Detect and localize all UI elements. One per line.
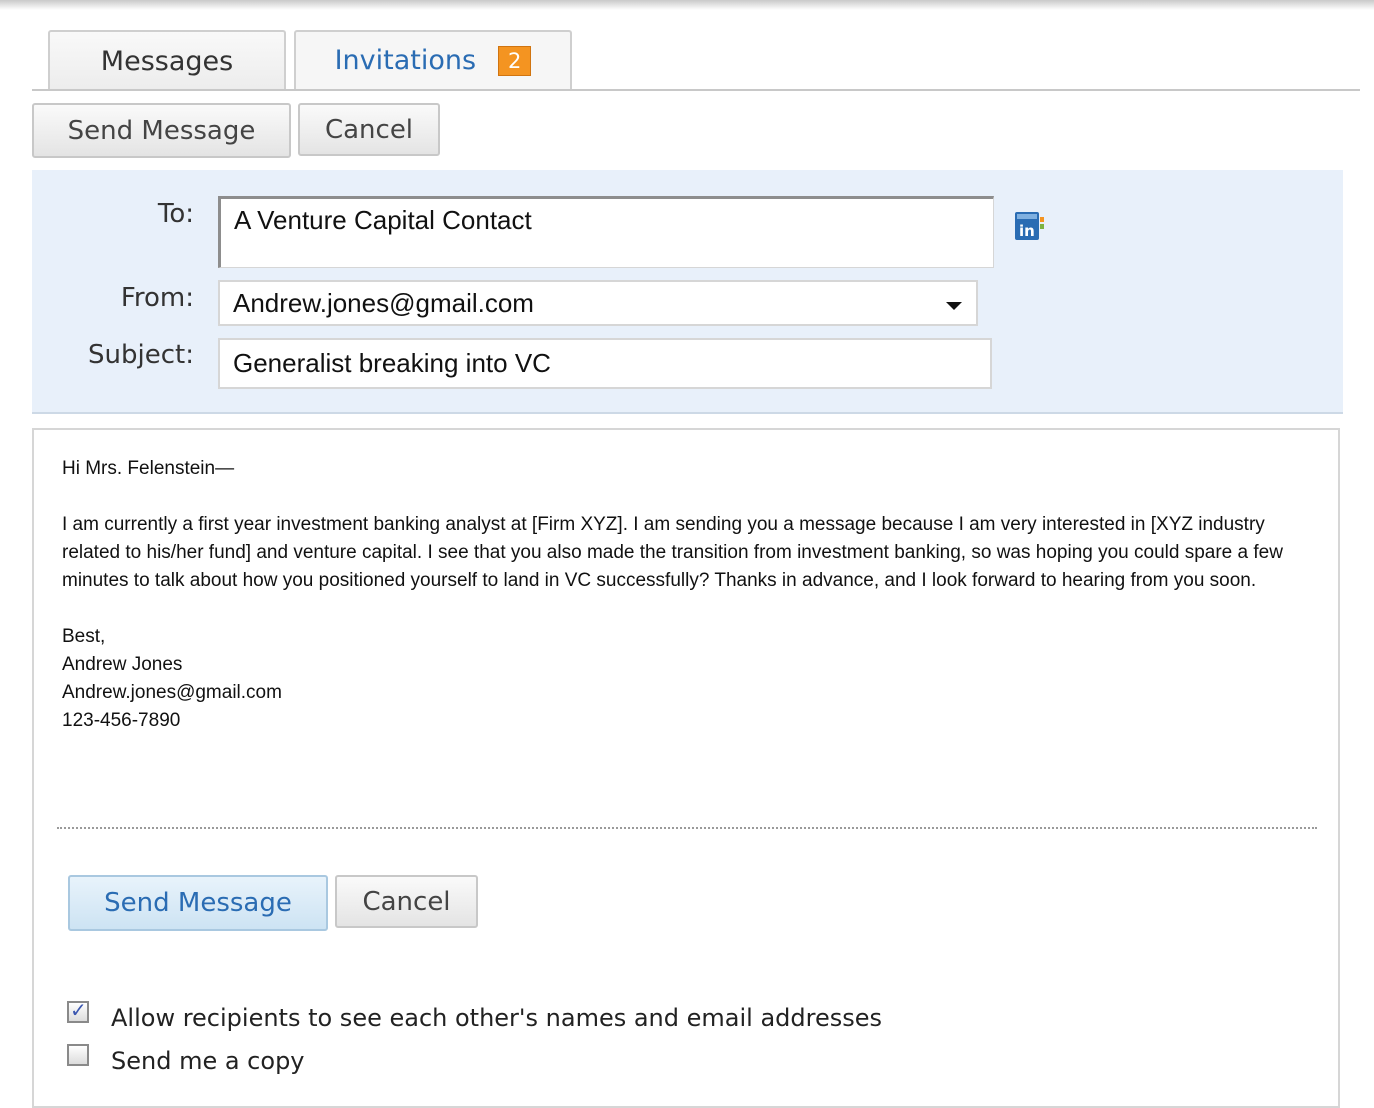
send-copy-checkbox[interactable] xyxy=(67,1044,89,1066)
message-signoff: Best, xyxy=(62,626,106,647)
subject-input-value: Generalist breaking into VC xyxy=(233,348,551,378)
subject-input[interactable]: Generalist breaking into VC xyxy=(218,338,992,389)
signature-name: Andrew Jones xyxy=(62,654,183,675)
svg-text:in: in xyxy=(1019,222,1035,240)
from-select[interactable]: Andrew.jones@gmail.com xyxy=(218,280,978,326)
invitations-count-badge: 2 xyxy=(498,45,532,76)
allow-recipients-checkbox[interactable] xyxy=(67,998,89,1023)
dotted-divider xyxy=(57,827,1317,829)
allow-recipients-label: Allow recipients to see each other's nam… xyxy=(111,1004,882,1032)
tab-divider xyxy=(32,89,1360,91)
from-select-value: Andrew.jones@gmail.com xyxy=(233,287,534,318)
send-copy-label: Send me a copy xyxy=(111,1047,305,1075)
subject-label: Subject: xyxy=(88,340,194,370)
signature-email: Andrew.jones@gmail.com xyxy=(62,682,282,703)
to-label: To: xyxy=(157,199,194,229)
message-greeting: Hi Mrs. Felenstein— xyxy=(62,458,235,479)
tab-messages[interactable]: Messages xyxy=(48,30,286,91)
tab-messages-label: Messages xyxy=(100,46,234,77)
from-label: From: xyxy=(120,283,194,313)
top-shadow xyxy=(0,0,1374,10)
signature-phone: 123-456-7890 xyxy=(62,710,181,731)
message-text: Hi Mrs. Felenstein— I am currently a fir… xyxy=(62,455,1312,735)
tab-invitations[interactable]: Invitations 2 xyxy=(294,30,572,89)
cancel-button[interactable]: Cancel xyxy=(335,875,478,928)
to-field-value: A Venture Capital Contact xyxy=(234,205,532,235)
chevron-down-icon xyxy=(946,302,962,310)
message-paragraph: I am currently a first year investment b… xyxy=(62,514,1283,591)
cancel-button-top[interactable]: Cancel xyxy=(298,103,440,156)
to-field[interactable]: A Venture Capital Contact xyxy=(218,196,994,268)
tab-invitations-label: Invitations xyxy=(334,45,477,76)
linkedin-address-book-icon[interactable]: in xyxy=(1015,210,1045,242)
send-message-button-top[interactable]: Send Message xyxy=(32,103,291,158)
send-message-button[interactable]: Send Message xyxy=(68,875,328,931)
